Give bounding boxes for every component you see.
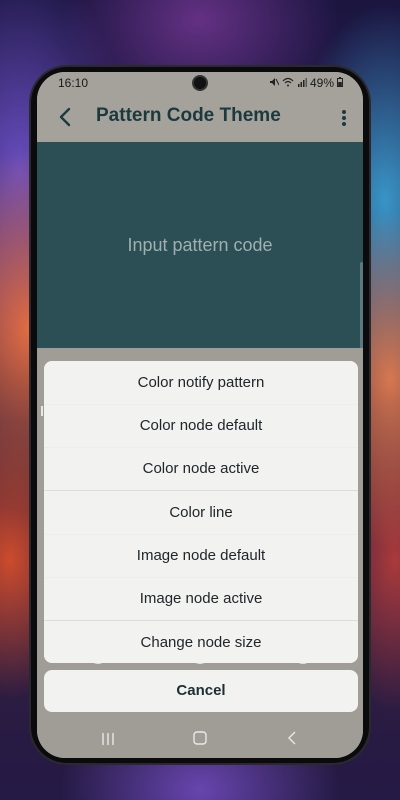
recent-apps-icon[interactable] — [101, 732, 115, 745]
status-icons: 49% — [269, 76, 343, 90]
action-change-node-size[interactable]: Change node size — [44, 621, 358, 663]
navigation-bar — [37, 718, 363, 758]
action-sheet: Color notify pattern Color node default … — [44, 361, 358, 663]
pattern-code-placeholder: Input pattern code — [127, 235, 273, 255]
pattern-code-panel[interactable]: Input pattern code — [37, 142, 363, 362]
wifi-icon — [282, 77, 294, 90]
battery-icon — [337, 76, 343, 90]
back-icon[interactable] — [287, 731, 297, 745]
action-color-line[interactable]: Color line — [44, 491, 358, 535]
scroll-indicator — [360, 262, 363, 362]
app-bar: Pattern Code Theme — [37, 94, 363, 142]
chevron-left-icon[interactable] — [55, 106, 77, 128]
action-color-notify-pattern[interactable]: Color notify pattern — [44, 361, 358, 405]
phone-screen: 16:10 49% Pattern Code Theme Input patte… — [37, 72, 363, 758]
mute-icon — [269, 77, 280, 90]
battery-level: 49% — [309, 76, 334, 90]
signal-icon — [297, 77, 307, 90]
front-camera — [194, 77, 206, 89]
action-color-node-active[interactable]: Color node active — [44, 447, 358, 491]
status-bar: 16:10 49% — [37, 72, 363, 94]
action-image-node-active[interactable]: Image node active — [44, 577, 358, 621]
edge-marker — [41, 406, 43, 416]
cancel-button[interactable]: Cancel — [44, 670, 358, 712]
action-color-node-default[interactable]: Color node default — [44, 404, 358, 448]
more-vertical-icon[interactable] — [341, 108, 347, 128]
home-icon[interactable] — [193, 731, 207, 745]
page-title: Pattern Code Theme — [96, 105, 281, 126]
status-time: 16:10 — [58, 76, 89, 90]
action-image-node-default[interactable]: Image node default — [44, 534, 358, 578]
